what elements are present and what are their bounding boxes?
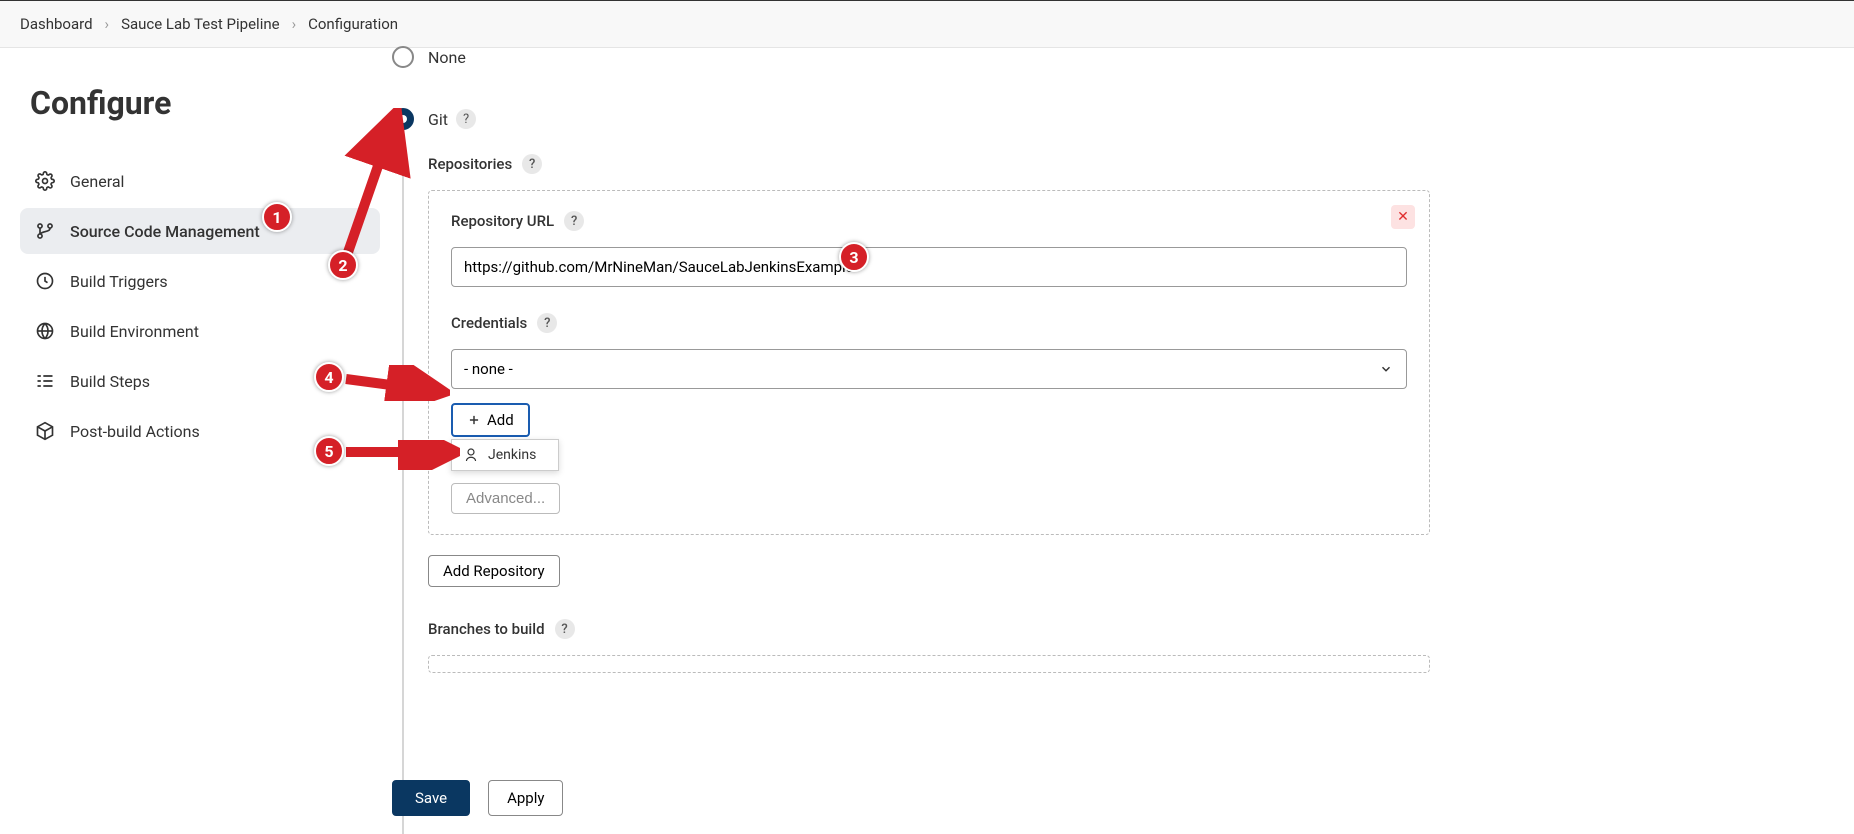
branches-block (428, 655, 1430, 673)
annotation-4: 4 (314, 362, 344, 392)
breadcrumb-dashboard[interactable]: Dashboard (20, 15, 93, 33)
chevron-right-icon: › (105, 15, 110, 33)
gear-icon (34, 170, 56, 192)
advanced-button[interactable]: Advanced... (451, 483, 560, 514)
repo-url-label: Repository URL (451, 212, 554, 230)
repositories-heading: Repositories (428, 155, 512, 173)
add-label: Add (487, 411, 514, 429)
annotation-1: 1 (262, 202, 292, 232)
sidebar-item-label: Build Triggers (70, 272, 168, 291)
sidebar-item-label: Source Code Management (70, 222, 260, 241)
sidebar-item-scm[interactable]: Source Code Management (20, 208, 380, 254)
save-button[interactable]: Save (392, 780, 470, 816)
dropdown-item-jenkins[interactable]: Jenkins (452, 440, 558, 470)
radio-git[interactable]: Git ? (392, 108, 1834, 130)
help-icon[interactable]: ? (537, 313, 557, 333)
help-icon[interactable]: ? (456, 109, 476, 129)
repository-block: ✕ Repository URL ? Credentials ? (428, 190, 1430, 535)
credentials-select[interactable] (451, 349, 1407, 389)
dropdown-item-label: Jenkins (488, 447, 536, 463)
chevron-right-icon: › (292, 15, 297, 33)
add-credentials-button[interactable]: Add (451, 403, 530, 437)
sidebar-item-build-env[interactable]: Build Environment (20, 308, 380, 354)
radio-icon[interactable] (392, 46, 414, 68)
clock-icon (34, 270, 56, 292)
credentials-label: Credentials (451, 314, 527, 332)
globe-icon (34, 320, 56, 342)
annotation-5: 5 (314, 436, 344, 466)
page-title: Configure (30, 84, 380, 122)
add-repository-button[interactable]: Add Repository (428, 555, 560, 587)
branches-heading: Branches to build (428, 620, 545, 638)
sidebar-item-label: General (70, 172, 124, 191)
add-dropdown: Jenkins (451, 439, 559, 471)
help-icon[interactable]: ? (522, 154, 542, 174)
sidebar-item-label: Build Steps (70, 372, 150, 391)
annotation-2: 2 (328, 250, 358, 280)
branch-icon (34, 220, 56, 242)
sidebar-item-general[interactable]: General (20, 158, 380, 204)
package-icon (34, 420, 56, 442)
repo-url-input[interactable] (451, 247, 1407, 287)
apply-button[interactable]: Apply (488, 780, 563, 816)
close-icon[interactable]: ✕ (1391, 205, 1415, 229)
radio-label: None (428, 48, 466, 67)
radio-none[interactable]: None (392, 46, 1834, 68)
sidebar-item-label: Post-build Actions (70, 422, 200, 441)
steps-icon (34, 370, 56, 392)
jenkins-icon (462, 446, 480, 464)
radio-label: Git (428, 110, 448, 129)
plus-icon (467, 413, 481, 427)
sidebar-item-build-triggers[interactable]: Build Triggers (20, 258, 380, 304)
breadcrumb-page: Configuration (308, 15, 398, 33)
help-icon[interactable]: ? (564, 211, 584, 231)
annotation-3: 3 (839, 242, 869, 272)
breadcrumb-project[interactable]: Sauce Lab Test Pipeline (121, 15, 280, 33)
help-icon[interactable]: ? (555, 619, 575, 639)
radio-icon[interactable] (392, 108, 414, 130)
sidebar-item-label: Build Environment (70, 322, 199, 341)
breadcrumb: Dashboard › Sauce Lab Test Pipeline › Co… (0, 1, 1854, 48)
